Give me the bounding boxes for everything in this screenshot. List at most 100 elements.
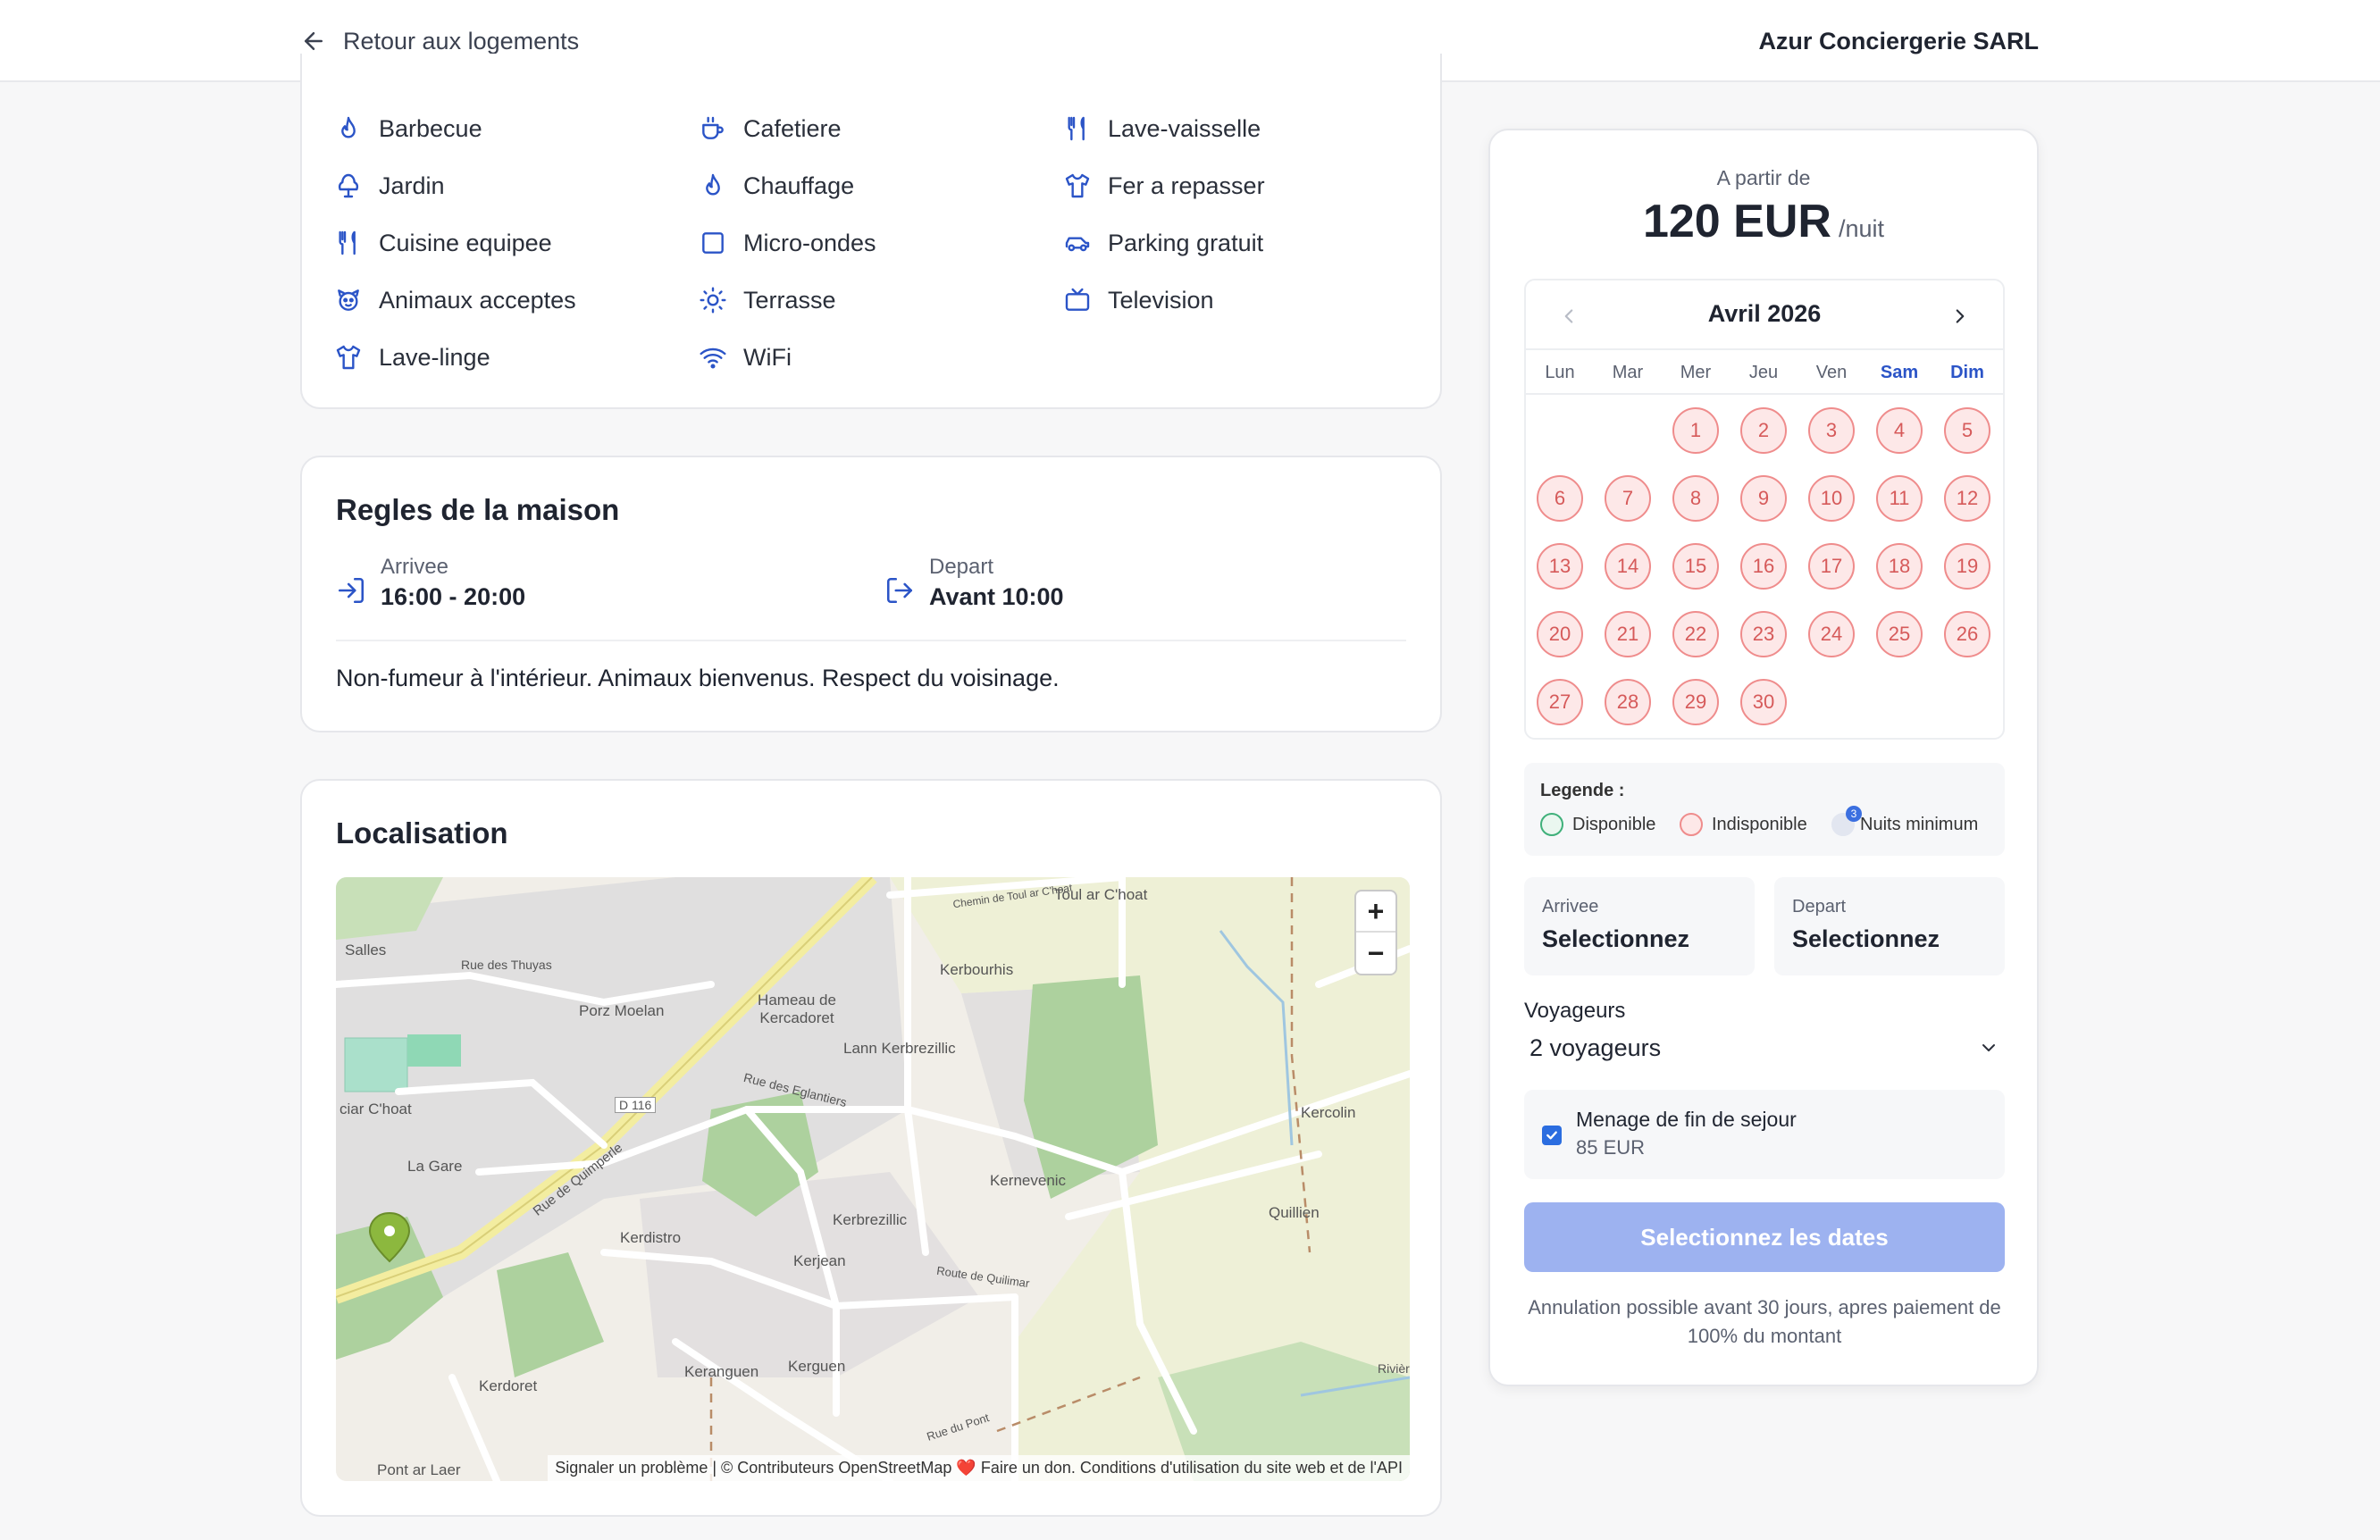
calendar-day[interactable]: 8 <box>1672 475 1719 522</box>
calendar-day[interactable]: 6 <box>1537 475 1583 522</box>
departure-date-value: Selectionnez <box>1792 925 1940 952</box>
amenity-item: Cafetiere <box>699 111 842 146</box>
amenity-item: Lave-vaisselle <box>1063 111 1261 146</box>
wifi-icon <box>700 347 726 369</box>
price: 120 EUR/nuit <box>1490 195 2037 248</box>
calendar-day[interactable]: 23 <box>1740 611 1787 657</box>
cleaning-price: 85 EUR <box>1576 1136 1646 1159</box>
select-dates-button[interactable]: Selectionnez les dates <box>1524 1202 2005 1272</box>
departure-value: Avant 10:00 <box>929 583 1064 610</box>
calendar-day[interactable]: 24 <box>1808 611 1855 657</box>
cancellation-policy: Annulation possible avant 30 jours, apre… <box>1528 1296 2001 1347</box>
zoom-in-button[interactable]: + <box>1356 891 1395 933</box>
flame-icon <box>341 116 356 138</box>
weekday-label: Lun <box>1545 363 1575 382</box>
calendar-day[interactable]: 20 <box>1537 611 1583 657</box>
available-dot <box>1540 813 1563 836</box>
calendar-day[interactable]: 25 <box>1876 611 1923 657</box>
map-label: Kerbourhis <box>940 961 1014 978</box>
map-label: Porz Moelan <box>579 1002 665 1019</box>
calendar-day[interactable]: 2 <box>1740 407 1787 454</box>
calendar-day[interactable]: 10 <box>1808 475 1855 522</box>
arrival-date-picker[interactable]: Arrivee Selectionnez <box>1524 877 1755 975</box>
calendar-day[interactable]: 17 <box>1808 543 1855 590</box>
car-icon <box>1065 237 1090 252</box>
next-month-button[interactable] <box>1942 298 1978 334</box>
calendar-day[interactable]: 14 <box>1605 543 1651 590</box>
calendar-day[interactable]: 15 <box>1672 543 1719 590</box>
calendar-day[interactable]: 28 <box>1605 679 1651 725</box>
weekday-label: Dim <box>1950 363 1984 382</box>
min-nights-badge: 3 <box>1846 806 1862 822</box>
back-link-label: Retour aux logements <box>343 27 580 54</box>
calendar-day[interactable]: 11 <box>1876 475 1923 522</box>
calendar-day[interactable]: 30 <box>1740 679 1787 725</box>
guests-label: Voyageurs <box>1524 999 1626 1023</box>
arrow-left-icon <box>305 32 323 50</box>
calendar-day[interactable]: 9 <box>1740 475 1787 522</box>
cleaning-checkbox[interactable] <box>1542 1126 1562 1145</box>
logout-icon <box>886 577 913 604</box>
calendar-day[interactable]: 27 <box>1537 679 1583 725</box>
sun-icon <box>700 287 726 314</box>
departure-label: Depart <box>929 555 994 579</box>
calendar-day[interactable]: 13 <box>1537 543 1583 590</box>
map-attribution[interactable]: Signaler un problème | © Contributeurs O… <box>548 1455 1410 1481</box>
calendar-day[interactable]: 12 <box>1944 475 1990 522</box>
location-card: Localisation Salles Rue des Thuyas Porz … <box>300 779 1442 1517</box>
square-icon <box>702 232 724 254</box>
amenity-item: Lave-linge <box>334 339 490 375</box>
departure-date-label: Depart <box>1792 897 1847 916</box>
zoom-out-button[interactable]: − <box>1356 933 1395 974</box>
calendar-month: Avril 2026 <box>1707 300 1822 327</box>
calendar-day[interactable]: 3 <box>1808 407 1855 454</box>
calendar-day[interactable]: 7 <box>1605 475 1651 522</box>
map-label: Keranguen <box>684 1363 759 1380</box>
map-label: Hameau de Kercadoret <box>758 992 836 1026</box>
calendar-day[interactable]: 1 <box>1672 407 1719 454</box>
shirt-icon <box>336 345 361 370</box>
map-label: Kernevenic <box>990 1172 1067 1189</box>
calendar-day[interactable]: 21 <box>1605 611 1651 657</box>
map-label: ciar C'hoat <box>339 1101 412 1117</box>
calendar-legend: Legende : Disponible Indisponible 3 Nuit… <box>1524 763 2005 856</box>
calendar-day[interactable]: 5 <box>1944 407 1990 454</box>
map[interactable]: Salles Rue des Thuyas Porz Moelan Hameau… <box>336 877 1410 1481</box>
chevron-right-icon <box>1956 309 1965 323</box>
shirt-icon <box>1065 173 1090 198</box>
map-label: D 116 <box>615 1097 657 1113</box>
tree-icon <box>338 173 359 198</box>
cleaning-option: Menage de fin de sejour 85 EUR <box>1524 1090 2005 1179</box>
map-label: Rivière <box>1378 1361 1410 1376</box>
paw-icon <box>338 289 359 311</box>
check-icon <box>1546 1131 1557 1140</box>
weekday-label: Mar <box>1612 363 1644 382</box>
map-label: Lann Kerbrezillic <box>843 1040 956 1057</box>
weekday-label: Ven <box>1815 363 1848 382</box>
map-zoom-control: + − <box>1354 890 1397 975</box>
calendar-day[interactable]: 22 <box>1672 611 1719 657</box>
amenities-card: Barbecue Cafetiere Lave-vaisselle Jardin… <box>300 54 1442 409</box>
brand-name: Azur Conciergerie SARL <box>1758 28 2039 54</box>
guests-value: 2 voyageurs <box>1529 1034 1662 1061</box>
utensils-icon <box>339 230 356 255</box>
calendar-day[interactable]: 18 <box>1876 543 1923 590</box>
calendar-day[interactable]: 16 <box>1740 543 1787 590</box>
map-label: Kerbrezillic <box>833 1211 908 1228</box>
amenity-item: WiFi <box>699 339 792 375</box>
departure-date-picker[interactable]: Depart Selectionnez <box>1774 877 2005 975</box>
location-title: Localisation <box>336 816 508 850</box>
calendar-day[interactable]: 19 <box>1944 543 1990 590</box>
chevron-down-icon <box>1982 1044 1995 1051</box>
amenity-item: Jardin <box>334 168 445 204</box>
booking-card: A partir de 120 EUR/nuit Avril 2026 Lun … <box>1488 129 2039 1386</box>
guests-select[interactable]: 2 voyageurs <box>1524 1025 2005 1070</box>
legend-available: Disponible <box>1540 813 1655 836</box>
price-from-label: A partir de <box>1716 166 1811 189</box>
amenity-item: Micro-ondes <box>699 225 876 261</box>
calendar-day[interactable]: 26 <box>1944 611 1990 657</box>
calendar-day[interactable]: 4 <box>1876 407 1923 454</box>
calendar-day[interactable]: 29 <box>1672 679 1719 725</box>
rules-title: Regles de la maison <box>336 493 620 526</box>
legend-title: Legende : <box>1540 781 1625 800</box>
